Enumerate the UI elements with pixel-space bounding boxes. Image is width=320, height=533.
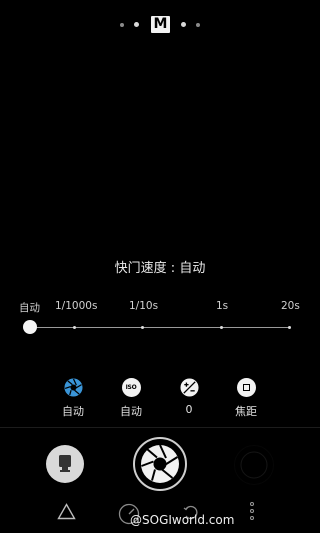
exposure-value: 0 — [185, 403, 193, 416]
camera-switch-button[interactable] — [46, 445, 84, 483]
slider-stop[interactable] — [220, 326, 223, 329]
focus-icon — [236, 378, 256, 397]
back-button[interactable] — [57, 503, 76, 524]
camera-switch-icon — [59, 455, 71, 472]
mode-dot[interactable] — [181, 22, 186, 27]
shutter-speed-caption: 快门速度 : 自动 — [114, 261, 206, 276]
shutter-button[interactable] — [133, 437, 187, 491]
focus-setting[interactable]: 焦距 — [221, 378, 271, 419]
exposure-compensation-icon — [179, 378, 199, 397]
aperture-setting[interactable]: 自动 — [48, 378, 98, 419]
gallery-icon — [240, 451, 268, 479]
shutter-speed-slider[interactable] — [30, 327, 290, 328]
iso-icon: ISO — [121, 378, 141, 397]
exposure-compensation-setting[interactable]: 0 — [164, 378, 214, 416]
slider-tick-label: 1/1000s — [55, 300, 98, 312]
iso-value: 自动 — [120, 405, 142, 418]
slider-thumb[interactable] — [23, 320, 37, 334]
watermark-text: @SOGIworld.com — [130, 513, 235, 527]
slider-stop[interactable] — [288, 326, 291, 329]
divider — [0, 427, 320, 428]
gallery-button[interactable] — [234, 445, 274, 485]
iso-setting[interactable]: ISO 自动 — [106, 378, 156, 419]
focus-value: 焦距 — [235, 405, 257, 418]
mode-dot[interactable] — [134, 22, 139, 27]
slider-stop[interactable] — [141, 326, 144, 329]
slider-tick-label: 自动 — [19, 302, 40, 314]
mode-indicator[interactable]: M — [0, 16, 320, 36]
aperture-icon — [63, 378, 83, 397]
camera-screen: M 快门速度 : 自动 自动 1/1000s 1/10s 1s 20s 自动 I… — [0, 0, 320, 533]
mode-dot[interactable] — [196, 23, 200, 27]
aperture-value: 自动 — [62, 405, 84, 418]
aperture-icon — [141, 444, 179, 483]
triangle-icon — [57, 503, 76, 520]
slider-tick-label: 20s — [281, 300, 300, 312]
slider-tick-label: 1/10s — [129, 300, 159, 312]
iso-icon-text: ISO — [125, 384, 137, 391]
manual-mode-badge[interactable]: M — [151, 16, 170, 33]
more-icon[interactable] — [250, 502, 256, 523]
slider-stop[interactable] — [73, 326, 76, 329]
slider-tick-label: 1s — [216, 300, 229, 312]
mode-dot[interactable] — [120, 23, 124, 27]
